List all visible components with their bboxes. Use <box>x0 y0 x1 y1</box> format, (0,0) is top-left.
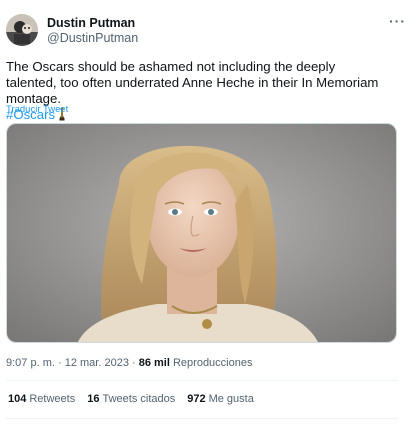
tweet-date[interactable]: 12 mar. 2023 <box>65 357 129 369</box>
meta-separator: · <box>57 357 62 369</box>
tweet-photo[interactable] <box>6 123 397 343</box>
quote-tweets-stat[interactable]: 16 Tweets citados <box>87 393 175 405</box>
retweets-label: Retweets <box>29 393 76 405</box>
avatar-image <box>6 14 38 46</box>
quotes-label: Tweets citados <box>102 393 176 405</box>
portrait-image <box>7 124 396 342</box>
tweet-text: The Oscars should be ashamed not includi… <box>6 59 379 106</box>
avatar[interactable] <box>6 14 38 46</box>
views-label: Reproducciones <box>172 357 253 369</box>
meta-separator: · <box>132 357 136 369</box>
author-name[interactable]: Dustin Putman <box>47 16 135 30</box>
tweet-stats: 104 Retweets 16 Tweets citados 972 Me gusta <box>8 393 254 405</box>
translate-tweet-link[interactable]: Traducir Tweet <box>6 104 68 115</box>
retweets-stat[interactable]: 104 Retweets <box>8 393 75 405</box>
likes-stat[interactable]: 972 Me gusta <box>187 393 254 405</box>
views-count: 86 mil <box>138 357 170 369</box>
author-handle[interactable]: @DustinPutman <box>47 31 138 45</box>
divider <box>6 380 398 381</box>
tweet-time[interactable]: 9:07 p. m. <box>6 357 55 369</box>
likes-count: 972 <box>187 393 206 405</box>
more-options-icon[interactable]: ··· <box>389 14 406 28</box>
retweets-count: 104 <box>8 393 27 405</box>
tweet-card: Dustin Putman @DustinPutman ··· The Osca… <box>0 0 420 425</box>
tweet-meta: 9:07 p. m. · 12 mar. 2023 · 86 mil Repro… <box>6 357 252 369</box>
tweet-text-block: The Oscars should be ashamed not includi… <box>6 59 386 125</box>
quotes-count: 16 <box>87 393 100 405</box>
likes-label: Me gusta <box>208 393 254 405</box>
divider <box>6 418 398 419</box>
